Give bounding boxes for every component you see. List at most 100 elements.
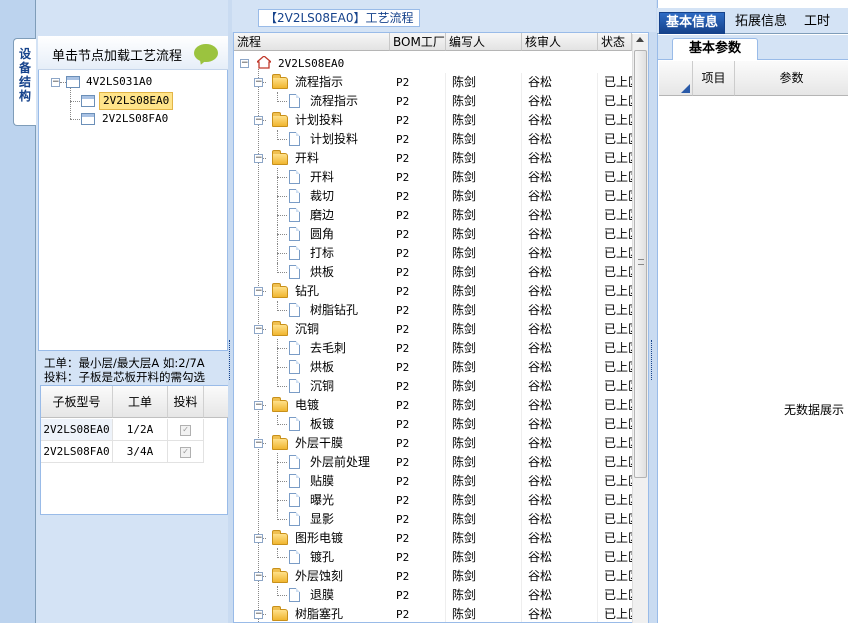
flow-group-row[interactable]: − 钻孔 P2陈剑谷松已上区 [234,282,632,301]
flow-step-row[interactable]: 烘板 P2陈剑谷松已上区 [234,263,632,282]
col-header-writer[interactable]: 编写人 [446,33,522,51]
flow-step-row[interactable]: 镀孔 P2陈剑谷松已上区 [234,548,632,567]
cell-bom: P2 [390,263,446,282]
collapse-icon[interactable]: − [254,154,263,163]
flow-step-row[interactable]: 显影 P2陈剑谷松已上区 [234,510,632,529]
right-splitter[interactable] [649,0,657,623]
cell-writer: 陈剑 [446,320,522,339]
flow-substep-name: 磨边 [310,208,335,222]
col-header-reviewer[interactable]: 核审人 [522,33,598,51]
cell-model[interactable]: 2V2LS08FA0 [41,441,113,463]
info-area: 工单：最小层/最大层A 如:2/7A 投料：子板是芯板开料的需勾选 [38,352,228,384]
cell-order[interactable]: 3/4A [113,441,168,463]
flow-substep-name: 镀孔 [310,550,335,564]
scroll-up-icon[interactable] [636,37,644,42]
tree-root-row[interactable]: − 2V2LS08EA0 [234,54,632,73]
col-header-status[interactable]: 状态 [598,33,632,51]
flow-group-row[interactable]: − 图形电镀 P2陈剑谷松已上区 [234,529,632,548]
cell-order[interactable]: 1/2A [113,419,168,441]
col-header-bom[interactable]: BOM工厂 [390,33,446,51]
flow-group-row[interactable]: − 流程指示 P2陈剑谷松已上区 [234,73,632,92]
folder-icon [272,283,288,298]
sub-board-table: 子板型号 工单 投料 2V2LS08EA0 1/2A ✓ 2V2LS08FA0 … [40,385,229,515]
collapse-icon[interactable]: − [254,325,263,334]
cell-writer: 陈剑 [446,605,522,622]
cell-bom: P2 [390,111,446,130]
flow-step-row[interactable]: 曝光 P2陈剑谷松已上区 [234,491,632,510]
col-header-item[interactable]: 项目 [693,61,735,96]
home-icon [257,56,271,69]
col-header-param[interactable]: 参数 [735,61,848,96]
cell-bom: P2 [390,472,446,491]
flow-step-row[interactable]: 圆角 P2陈剑谷松已上区 [234,225,632,244]
col-header-model[interactable]: 子板型号 [41,386,113,418]
tree-node-2v2ls08fa0[interactable]: 2V2LS08FA0 [102,110,168,128]
scrollbar-thumb[interactable] [634,50,647,478]
col-header-order[interactable]: 工单 [113,386,168,418]
flow-step-row[interactable]: 去毛刺 P2陈剑谷松已上区 [234,339,632,358]
col-header-feed[interactable]: 投料 [168,386,204,418]
flow-substep-name: 贴膜 [310,474,335,488]
flow-step-row[interactable]: 板镀 P2陈剑谷松已上区 [234,415,632,434]
flow-step-row[interactable]: 外层前处理 P2陈剑谷松已上区 [234,453,632,472]
collapse-icon[interactable]: − [254,116,263,125]
flow-group-row[interactable]: − 开料 P2陈剑谷松已上区 [234,149,632,168]
row-selector-header[interactable] [659,61,693,96]
tab-basic-params[interactable]: 基本参数 [672,38,758,60]
collapse-icon[interactable]: − [254,78,263,87]
flow-group-row[interactable]: − 树脂塞孔 P2陈剑谷松已上区 [234,605,632,622]
flow-step-row[interactable]: 磨边 P2陈剑谷松已上区 [234,206,632,225]
collapse-icon[interactable]: − [254,534,263,543]
cell-bom: P2 [390,320,446,339]
flow-substep-name: 打标 [310,246,335,260]
tab-basic-info[interactable]: 基本信息 [659,12,726,34]
cell-reviewer: 谷松 [522,282,598,301]
tree-node-2v2ls08ea0[interactable]: 2V2LS08EA0 [99,92,174,110]
collapse-icon[interactable]: − [254,572,263,581]
col-header-flow[interactable]: 流程 [234,33,390,51]
flow-group-row[interactable]: − 外层干膜 P2陈剑谷松已上区 [234,434,632,453]
collapse-icon[interactable]: − [254,287,263,296]
tab-extended-info[interactable]: 拓展信息 [729,12,793,34]
cell-status: 已上区 [604,189,632,203]
flow-group-row[interactable]: − 外层蚀刻 P2陈剑谷松已上区 [234,567,632,586]
flow-step-row[interactable]: 计划投料 P2陈剑谷松已上区 [234,130,632,149]
flow-group-row[interactable]: − 沉铜 P2陈剑谷松已上区 [234,320,632,339]
collapse-icon[interactable]: − [51,78,60,87]
cell-bom: P2 [390,434,446,453]
flow-step-row[interactable]: 贴膜 P2陈剑谷松已上区 [234,472,632,491]
flow-step-row[interactable]: 开料 P2陈剑谷松已上区 [234,168,632,187]
flow-substep-name: 烘板 [310,360,335,374]
cell-reviewer: 谷松 [522,491,598,510]
flow-step-row[interactable]: 沉铜 P2陈剑谷松已上区 [234,377,632,396]
cell-reviewer: 谷松 [522,567,598,586]
flow-step-row[interactable]: 树脂钻孔 P2陈剑谷松已上区 [234,301,632,320]
left-bottom-area [38,515,228,623]
tab-work-hours[interactable]: 工时 [798,12,836,34]
flow-step-row[interactable]: 烘板 P2陈剑谷松已上区 [234,358,632,377]
flow-step-row[interactable]: 裁切 P2陈剑谷松已上区 [234,187,632,206]
collapse-icon[interactable]: − [254,439,263,448]
cell-status: 已上区 [604,303,632,317]
cell-bom: P2 [390,415,446,434]
collapse-icon[interactable]: − [240,59,249,68]
cell-bom: P2 [390,206,446,225]
flow-substep-name: 退膜 [310,588,335,602]
cell-writer: 陈剑 [446,434,522,453]
flow-group-row[interactable]: − 计划投料 P2陈剑谷松已上区 [234,111,632,130]
flow-step-row[interactable]: 退膜 P2陈剑谷松已上区 [234,586,632,605]
collapse-icon[interactable]: − [254,401,263,410]
flow-group-row[interactable]: − 电镀 P2陈剑谷松已上区 [234,396,632,415]
tab-device-structure[interactable]: 设备结构 [13,38,36,126]
cell-status: 已上区 [604,227,632,241]
cell-model[interactable]: 2V2LS08EA0 [41,419,113,441]
collapse-icon[interactable]: − [254,610,263,619]
feed-checkbox[interactable]: ✓ [180,424,191,436]
cell-reviewer: 谷松 [522,510,598,529]
feed-checkbox[interactable]: ✓ [180,446,191,458]
tree-root-node[interactable]: 4V2LS031A0 [86,73,152,91]
flow-step-row[interactable]: 打标 P2陈剑谷松已上区 [234,244,632,263]
flow-step-row[interactable]: 流程指示 P2陈剑谷松已上区 [234,92,632,111]
flow-step-name: 电镀 [295,398,320,412]
select-all-icon [681,84,690,93]
